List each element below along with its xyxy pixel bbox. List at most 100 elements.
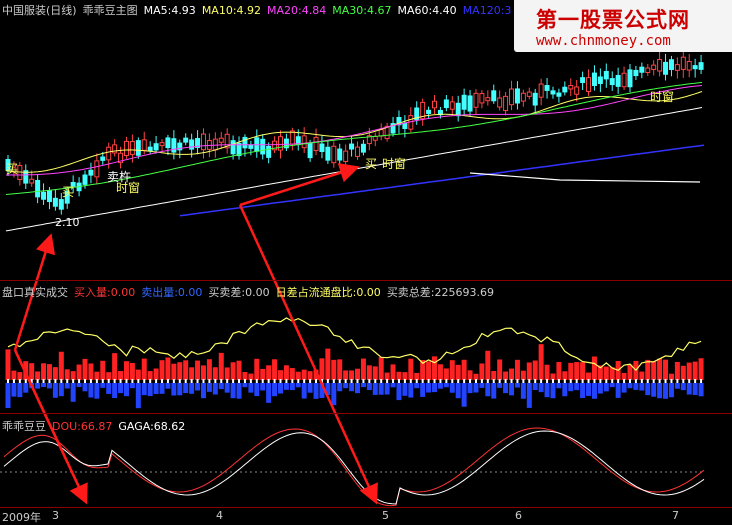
volume-marker	[279, 379, 282, 383]
volume-marker	[202, 379, 205, 383]
candle-body	[520, 92, 526, 102]
sell-volume-bar	[337, 383, 343, 392]
buy-volume-bar	[414, 372, 420, 380]
volume-marker	[119, 379, 122, 383]
volume-marker	[249, 379, 252, 383]
volume-marker	[617, 379, 620, 383]
volume-marker	[634, 379, 637, 383]
candle-body	[218, 137, 224, 143]
sell-volume-bar	[266, 383, 272, 403]
volume-bars	[5, 317, 704, 409]
candle-body	[568, 85, 574, 90]
volume-marker	[255, 379, 258, 383]
candle-body	[266, 145, 272, 158]
sell-volume-bar	[313, 383, 319, 399]
sell-volume-bar	[272, 383, 278, 397]
sell-volume-bar	[218, 383, 224, 390]
buy-volume-bar	[224, 367, 230, 380]
buy-volume-bar	[621, 372, 627, 380]
buy-volume-bar	[29, 363, 35, 380]
sell-volume-bar	[426, 383, 432, 393]
sell-volume-bar	[503, 383, 509, 394]
volume-marker	[315, 379, 318, 383]
volume-marker	[226, 379, 229, 383]
buy-volume-bar	[266, 365, 272, 380]
sell-volume-bar	[680, 383, 686, 391]
sell-volume-bar	[668, 383, 674, 398]
buy-volume-bar	[343, 370, 349, 380]
candlestick-series	[5, 49, 704, 215]
candle-body	[479, 93, 485, 104]
candle-body	[248, 144, 254, 149]
sell-volume-bar	[497, 383, 503, 388]
oscillator-panel-header: 乖乖豆豆 DOU:66.87 GAGA:68.62	[2, 418, 191, 434]
sell-volume-bar	[76, 383, 82, 388]
buy-volume-bar	[461, 359, 467, 380]
candle-body	[426, 109, 432, 114]
volume-marker	[42, 379, 45, 383]
buy-volume-bar	[76, 364, 82, 380]
sell-volume-bar	[621, 383, 627, 393]
sell-volume-bar	[526, 383, 532, 408]
candle-body	[621, 72, 627, 88]
volume-marker	[563, 379, 566, 383]
candle-body	[668, 59, 674, 70]
buy-volume-bar	[692, 361, 698, 380]
buy-volume-bar	[82, 358, 88, 380]
volume-marker	[297, 379, 300, 383]
ma250-line	[469, 172, 701, 183]
sell-volume-bar	[123, 383, 129, 397]
sell-volume-bar	[432, 383, 438, 393]
buy-volume-bar	[153, 368, 159, 380]
volume-marker	[445, 379, 448, 383]
volume-marker	[350, 379, 353, 383]
volume-marker	[546, 379, 549, 383]
low-price-label: 2.10	[55, 216, 80, 229]
buy-volume-bar	[331, 359, 337, 380]
candle-body	[532, 92, 538, 106]
volume-marker	[196, 379, 199, 383]
volume-marker	[403, 379, 406, 383]
date-axis-label: 2009年	[2, 511, 41, 524]
indicator-value: 日差占流通盘比:0.00	[275, 286, 381, 299]
candle-body	[509, 88, 515, 106]
buy-volume-bar	[106, 372, 112, 380]
volume-marker	[392, 379, 395, 383]
sell-volume-bar	[212, 383, 218, 395]
candle-body	[94, 160, 100, 178]
sell-volume-bar	[591, 383, 597, 399]
buy-volume-bar	[402, 372, 408, 380]
sell-volume-bar	[5, 383, 11, 409]
sell-volume-bar	[165, 383, 171, 389]
buy-volume-bar	[580, 362, 586, 380]
sell-volume-bar	[586, 383, 592, 396]
volume-panel-header: 盘口真实成交 买入量:0.00 卖出量:0.00 买卖差:0.00 日差占流通盘比:0.…	[2, 284, 500, 300]
buy-volume-bar	[46, 364, 52, 380]
buy-volume-bar	[325, 348, 331, 380]
sell-volume-bar	[639, 383, 645, 391]
volume-marker	[60, 379, 63, 383]
candle-body	[615, 75, 621, 87]
candle-body	[580, 77, 586, 83]
candle-body	[212, 138, 218, 151]
volume-marker	[149, 379, 152, 383]
buy-volume-bar	[88, 363, 94, 380]
candle-body	[153, 143, 159, 151]
date-axis: 2009年 3 4 5 6 7	[0, 508, 732, 525]
volume-marker	[528, 379, 531, 383]
sell-volume-bar	[94, 383, 100, 399]
buy-volume-bar	[147, 371, 153, 380]
volume-marker	[415, 379, 418, 383]
candle-body	[165, 137, 171, 149]
candle-body	[242, 136, 248, 149]
candle-body	[331, 145, 337, 164]
candle-body	[289, 130, 295, 145]
buy-volume-bar	[674, 361, 680, 380]
volume-marker	[12, 379, 15, 383]
site-watermark: 第一股票公式网 www.chnmoney.com	[514, 0, 732, 52]
sell-volume-bar	[118, 383, 124, 394]
volume-marker	[439, 379, 442, 383]
buy-volume-bar	[467, 370, 473, 380]
candle-body	[325, 146, 331, 161]
buy-volume-bar	[289, 368, 295, 380]
